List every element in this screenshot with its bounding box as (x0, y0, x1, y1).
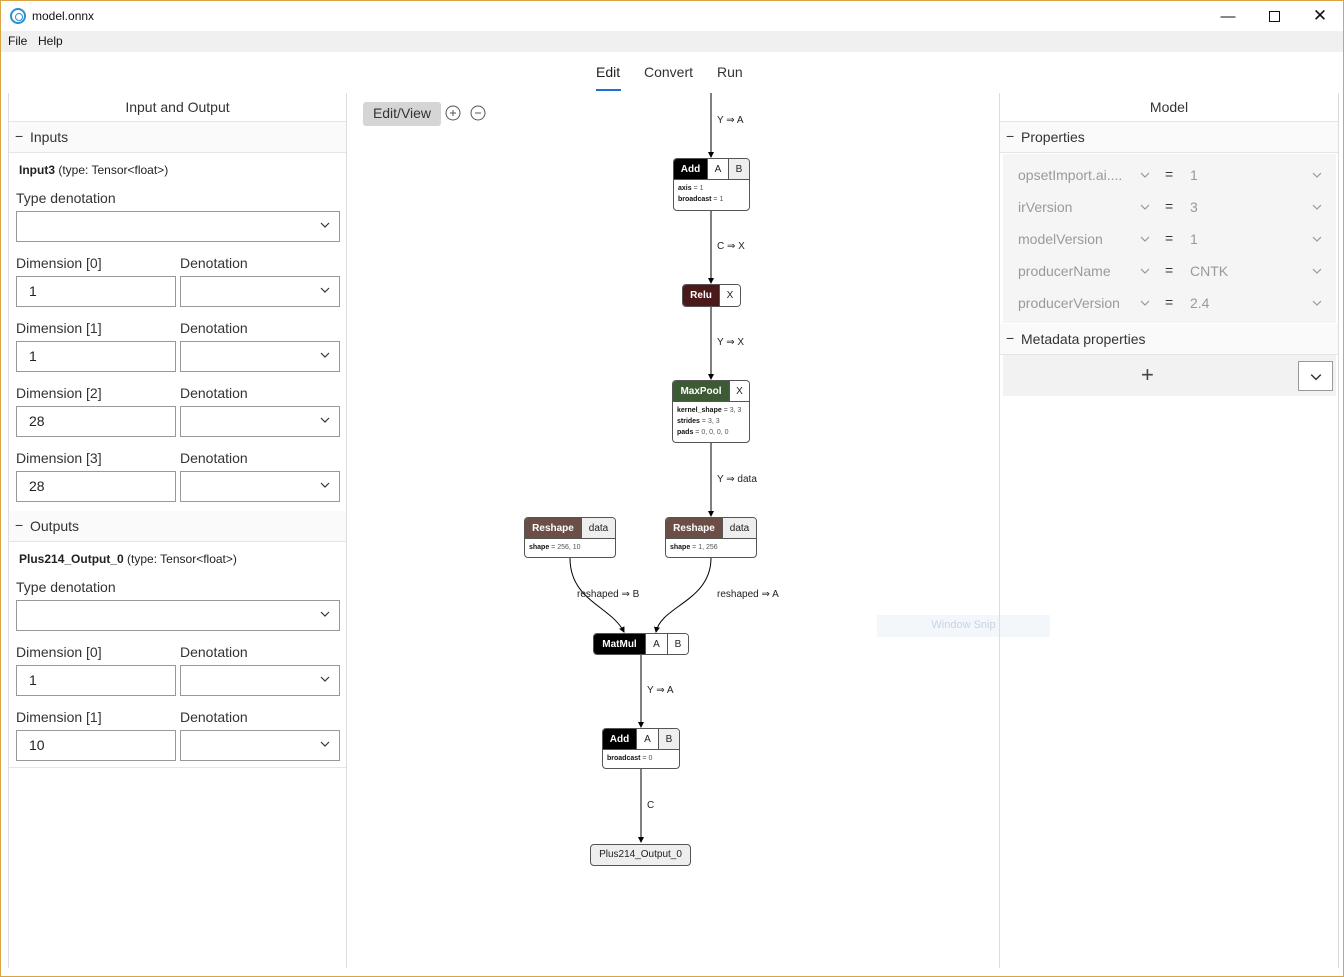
chevron-down-icon[interactable] (1312, 266, 1322, 276)
node-output[interactable]: Plus214_Output_0 (590, 844, 691, 866)
node-add[interactable]: Add A B broadcast = 0 (602, 728, 680, 769)
edge (654, 557, 712, 633)
add-metadata-icon[interactable]: + (1141, 364, 1154, 386)
node-op: Add (674, 159, 707, 179)
node-port: B (667, 634, 688, 654)
chevron-down-icon (1310, 374, 1322, 381)
property-value[interactable]: 1 (1190, 167, 1198, 183)
collapse-icon: − (1006, 128, 1015, 144)
node-port: X (729, 381, 749, 401)
chevron-down-icon[interactable] (1312, 234, 1322, 244)
property-key[interactable]: modelVersion (1018, 231, 1103, 247)
node-relu[interactable]: Relu X (682, 284, 741, 307)
chevron-down-icon[interactable] (1140, 298, 1150, 308)
node-op: Reshape (666, 518, 722, 538)
chevron-down-icon[interactable] (1140, 234, 1150, 244)
chevron-down-icon[interactable] (1140, 170, 1150, 180)
node-port: X (719, 285, 740, 306)
node-attributes: broadcast = 0 (603, 749, 679, 767)
node-port: A (636, 729, 658, 749)
equals-sign: = (1165, 262, 1174, 278)
chevron-down-icon[interactable] (1312, 202, 1322, 212)
property-value[interactable]: 3 (1190, 199, 1198, 215)
node-attributes: kernel_shape = 3, 3 strides = 3, 3 pads … (673, 401, 749, 441)
property-key[interactable]: producerVersion (1018, 295, 1120, 311)
chevron-down-icon[interactable] (1312, 170, 1322, 180)
model-panel-title: Model (1000, 93, 1338, 122)
edge-label: Y ⇒ data (717, 474, 757, 485)
node-port: A (645, 634, 667, 654)
node-port: B (728, 159, 749, 179)
node-add[interactable]: Add A B axis = 1 broadcast = 1 (673, 158, 750, 211)
properties-label: Properties (1021, 129, 1085, 145)
edge-label: C ⇒ X (717, 241, 745, 252)
node-op: Add (603, 729, 636, 749)
edge-label: reshaped ⇒ B (577, 589, 640, 600)
metadata-list (1003, 355, 1336, 396)
node-port: data (581, 518, 615, 538)
node-op: Relu (683, 285, 719, 306)
metadata-dropdown[interactable] (1298, 361, 1333, 391)
edge-label: C (647, 800, 655, 811)
chevron-down-icon[interactable] (1140, 202, 1150, 212)
node-port: data (722, 518, 756, 538)
metadata-label: Metadata properties (1021, 331, 1146, 347)
node-port: A (707, 159, 728, 179)
node-attributes: shape = 1, 256 (666, 538, 756, 556)
node-attributes: axis = 1 broadcast = 1 (674, 179, 749, 208)
property-key[interactable]: irVersion (1018, 199, 1072, 215)
property-value[interactable]: CNTK (1190, 263, 1228, 279)
property-value[interactable]: 1 (1190, 231, 1198, 247)
equals-sign: = (1165, 166, 1174, 182)
edge-label: Y ⇒ A (717, 115, 744, 126)
node-maxpool[interactable]: MaxPool X kernel_shape = 3, 3 strides = … (672, 380, 750, 443)
equals-sign: = (1165, 230, 1174, 246)
property-key[interactable]: opsetImport.ai.... (1018, 167, 1122, 183)
property-value[interactable]: 2.4 (1190, 295, 1209, 311)
edge-label: reshaped ⇒ A (717, 589, 779, 600)
node-op: MaxPool (673, 381, 729, 401)
equals-sign: = (1165, 294, 1174, 310)
node-op: Reshape (525, 518, 581, 538)
node-attributes: shape = 256, 10 (525, 538, 615, 556)
property-key[interactable]: producerName (1018, 263, 1111, 279)
node-port: B (658, 729, 679, 749)
equals-sign: = (1165, 198, 1174, 214)
node-op: MatMul (594, 634, 645, 654)
node-reshape[interactable]: Reshape data shape = 256, 10 (524, 517, 616, 558)
edge-label: Y ⇒ A (647, 685, 674, 696)
edge-label: Y ⇒ X (717, 337, 745, 348)
chevron-down-icon[interactable] (1140, 266, 1150, 276)
chevron-down-icon[interactable] (1312, 298, 1322, 308)
app-window: model.onnx — ✕ File Help Edit Convert Ru… (0, 0, 1344, 977)
properties-section-header[interactable]: − Properties (1000, 122, 1338, 153)
collapse-icon: − (1006, 330, 1015, 346)
node-matmul[interactable]: MatMul A B (593, 633, 689, 655)
metadata-section-header[interactable]: − Metadata properties (1000, 324, 1338, 355)
node-reshape[interactable]: Reshape data shape = 1, 256 (665, 517, 757, 558)
